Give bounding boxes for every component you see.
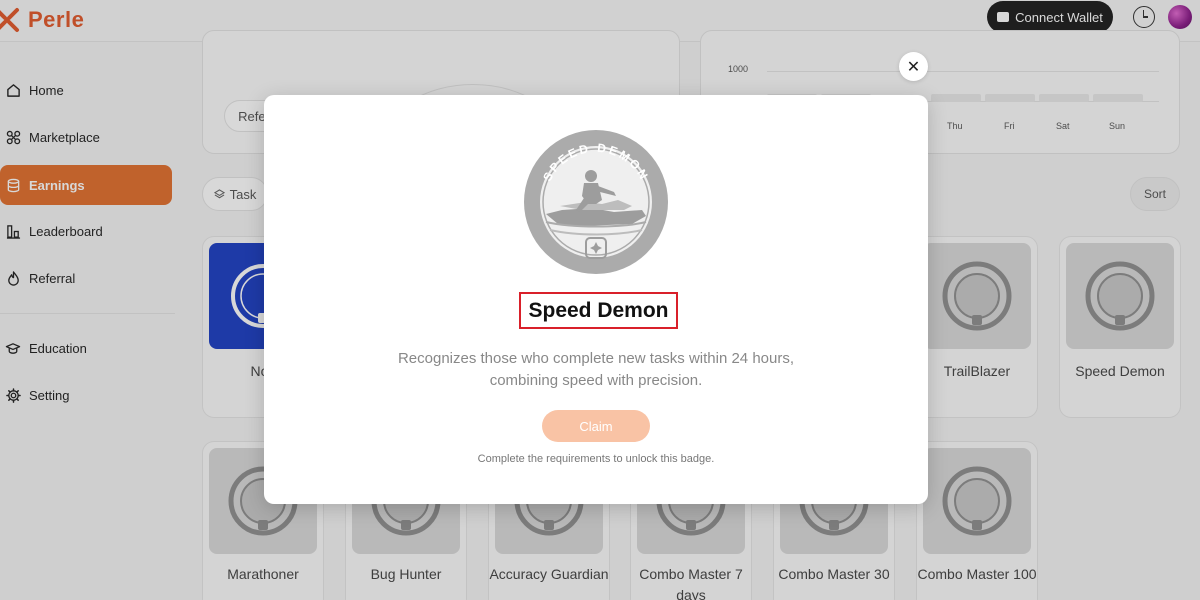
close-icon[interactable]: ✕	[899, 52, 928, 81]
badge-description-line: Recognizes those who complete new tasks …	[397, 350, 795, 367]
badge-detail-modal: SPEED DEMON Speed Demon Recognizes those…	[264, 95, 928, 504]
badge-description: Recognizes those who complete new tasks …	[264, 348, 928, 392]
badge-title: Speed Demon	[519, 292, 678, 329]
unlock-hint: Complete the requirements to unlock this…	[477, 453, 715, 465]
speed-demon-badge-image: SPEED DEMON	[524, 130, 668, 274]
claim-button[interactable]: Claim	[542, 410, 650, 442]
badge-description-line: combining speed with precision.	[489, 372, 703, 389]
